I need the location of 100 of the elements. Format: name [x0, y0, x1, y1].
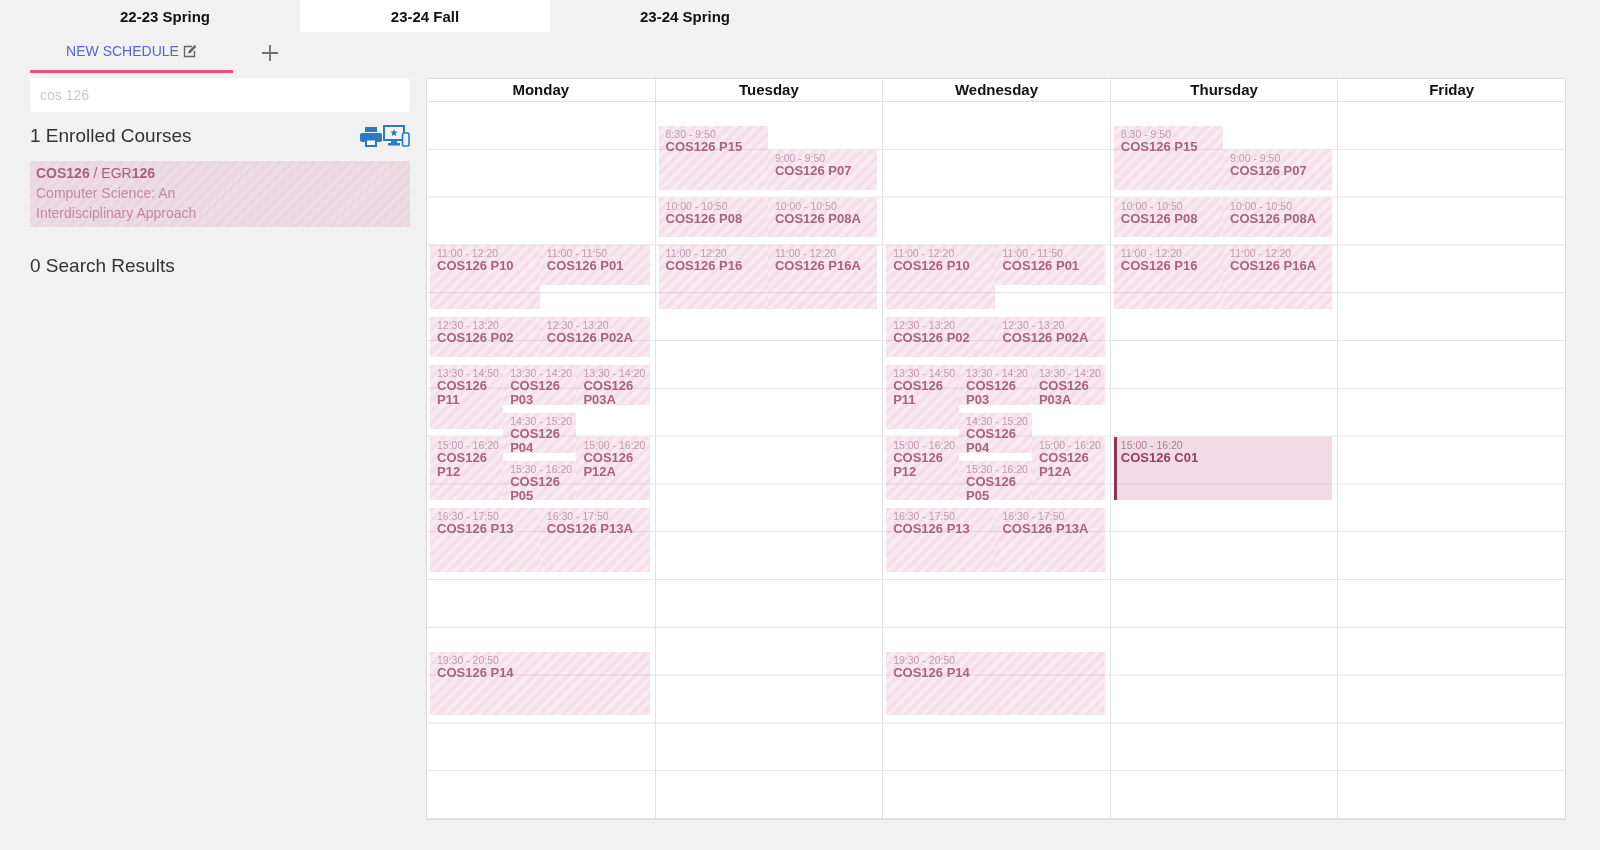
section-title: COS126 P16A [774, 259, 862, 274]
section-time: 16:30 - 17:50 [546, 510, 610, 523]
section-block[interactable]: 13:30 - 14:20 COS126 P03 [959, 364, 1032, 405]
monitor-phone-icon[interactable] [383, 125, 410, 147]
section-block[interactable]: 14:30 - 15:20 COS126 P04 [959, 412, 1032, 453]
section-block[interactable]: 8:30 - 9:50 COS126 P15 [658, 125, 768, 190]
section-block[interactable]: 12:30 - 13:20 COS126 P02 [886, 317, 996, 357]
section-block[interactable]: 16:30 - 17:50 COS126 P13 [886, 508, 996, 572]
section-title: COS126 P03 [966, 378, 1017, 407]
section-time: 11:00 - 11:50 [546, 247, 609, 260]
section-time: 12:30 - 13:20 [893, 319, 957, 332]
section-time: 11:00 - 12:20 [665, 247, 728, 260]
section-block[interactable]: 13:30 - 14:20 COS126 P03A [576, 364, 650, 405]
day-header: Friday [1337, 79, 1565, 101]
section-time: 16:30 - 17:50 [1002, 510, 1066, 523]
section-time: 13:30 - 14:20 [1038, 366, 1102, 379]
section-title: COS126 P02A [546, 331, 634, 346]
section-block[interactable]: 9:00 - 9:50 COS126 P07 [767, 149, 878, 190]
section-title: COS126 P12 [437, 450, 488, 479]
section-title: COS126 P03 [510, 378, 562, 407]
section-block[interactable]: 10:00 - 10:50 COS126 P08 [1113, 197, 1224, 238]
section-time: 11:00 - 12:20 [1230, 247, 1293, 260]
section-title: COS126 P16 [1120, 259, 1199, 274]
section-block[interactable]: 11:00 - 11:50 COS126 P01 [995, 245, 1105, 286]
printer-icon[interactable] [360, 127, 382, 147]
section-time: 19:30 - 20:50 [437, 653, 500, 666]
section-title: COS126 P16 [665, 259, 744, 274]
section-title: COS126 P03A [1038, 378, 1090, 407]
term-tab[interactable]: 23-24 Spring [560, 0, 810, 32]
section-title: COS126 P14 [437, 665, 515, 680]
section-block[interactable]: 15:00 - 16:20 COS126 P12A [1031, 436, 1105, 501]
section-block[interactable]: 11:00 - 12:20 COS126 P16 [1113, 245, 1224, 310]
section-block[interactable]: 16:30 - 17:50 COS126 P13 [430, 508, 540, 572]
course-title: Computer Science: An Interdisciplinary Approach [36, 184, 198, 223]
schedule-tab[interactable]: NEW SCHEDULE [30, 32, 233, 73]
section-block[interactable]: 19:30 - 20:50 COS126 P14 [886, 651, 1105, 716]
section-block[interactable]: 12:30 - 13:20 COS126 P02A [539, 317, 650, 357]
section-block[interactable]: 15:00 - 16:20 COS126 P12 [430, 436, 504, 501]
section-title: COS126 P13A [546, 522, 634, 537]
section-time: 10:00 - 10:50 [665, 199, 729, 212]
section-time: 16:30 - 17:50 [893, 510, 957, 523]
section-title: COS126 P11 [893, 378, 945, 407]
section-block[interactable]: 13:30 - 14:50 COS126 P11 [886, 364, 960, 429]
section-block[interactable]: 11:00 - 12:20 COS126 P16A [1223, 245, 1333, 310]
section-time: 15:00 - 16:20 [893, 438, 957, 451]
section-block[interactable]: 15:30 - 16:20 COS126 P05 [959, 460, 1032, 501]
term-tab[interactable]: 22-23 Spring [40, 0, 290, 32]
section-block[interactable]: 11:00 - 12:20 COS126 P10 [886, 245, 996, 310]
section-title: COS126 P12 [893, 450, 945, 479]
section-time: 13:30 - 14:50 [893, 366, 957, 379]
section-block[interactable]: 10:00 - 10:50 COS126 P08A [1223, 197, 1333, 238]
section-time: 9:00 - 9:50 [774, 151, 827, 164]
section-title: COS126 P12A [583, 450, 635, 479]
section-title: COS126 P10 [437, 259, 515, 274]
section-time: 11:00 - 12:20 [1120, 247, 1183, 260]
section-block[interactable]: 10:00 - 10:50 COS126 P08A [767, 197, 878, 238]
section-block[interactable]: 15:00 - 16:20 COS126 P12 [886, 436, 960, 501]
section-title: COS126 P07 [774, 163, 853, 178]
section-block[interactable]: 16:30 - 17:50 COS126 P13A [995, 508, 1105, 572]
section-time: 16:30 - 17:50 [437, 510, 500, 523]
section-time: 8:30 - 9:50 [1120, 127, 1172, 140]
section-title: COS126 P04 [510, 426, 562, 455]
section-block[interactable]: 13:30 - 14:50 COS126 P11 [430, 364, 504, 429]
section-block[interactable]: 8:30 - 9:50 COS126 P15 [1113, 125, 1224, 190]
section-block[interactable]: 10:00 - 10:50 COS126 P08 [658, 197, 768, 238]
section-time: 13:30 - 14:20 [510, 366, 574, 379]
section-block[interactable]: 12:30 - 13:20 COS126 P02 [430, 317, 540, 357]
section-block[interactable]: 11:00 - 12:20 COS126 P16 [658, 245, 768, 310]
add-schedule-button[interactable] [262, 44, 278, 61]
section-title: COS126 P02 [893, 331, 971, 346]
section-time: 14:30 - 15:20 [966, 414, 1029, 427]
section-time: 14:30 - 15:20 [510, 414, 574, 427]
section-block[interactable]: 15:30 - 16:20 COS126 P05 [503, 460, 577, 501]
section-block[interactable]: 13:30 - 14:20 COS126 P03 [503, 364, 577, 405]
enrolled-course-card[interactable]: COS126 / EGR126 Computer Science: An Interdisciplinary Approach [30, 161, 410, 227]
section-time: 15:00 - 16:20 [583, 438, 647, 451]
day-header: Wednesday [882, 79, 1110, 101]
section-block[interactable]: 11:00 - 12:20 COS126 P10 [430, 245, 540, 310]
section-block[interactable]: 19:30 - 20:50 COS126 P14 [430, 651, 650, 716]
term-tab[interactable]: 23-24 Fall [300, 0, 550, 32]
enrolled-heading: 1 Enrolled Courses [30, 125, 192, 147]
section-block[interactable]: 16:30 - 17:50 COS126 P13A [539, 508, 650, 572]
section-block[interactable]: 15:00 - 16:20 COS126 C01 [1113, 436, 1333, 501]
section-block[interactable]: 15:00 - 16:20 COS126 P12A [576, 436, 650, 501]
section-time: 15:00 - 16:20 [1120, 438, 1184, 451]
plus-icon [262, 44, 278, 61]
section-block[interactable]: 14:30 - 15:20 COS126 P04 [503, 412, 577, 453]
section-title: COS126 P05 [966, 474, 1017, 503]
section-time: 8:30 - 9:50 [665, 127, 717, 140]
section-title: COS126 P11 [437, 378, 488, 407]
section-time: 15:30 - 16:20 [510, 462, 574, 475]
section-block[interactable]: 12:30 - 13:20 COS126 P02A [995, 317, 1105, 357]
section-title: COS126 P03A [583, 378, 635, 407]
section-block[interactable]: 9:00 - 9:50 COS126 P07 [1223, 149, 1333, 190]
section-title: COS126 P04 [966, 426, 1017, 455]
section-block[interactable]: 13:30 - 14:20 COS126 P03A [1031, 364, 1105, 405]
section-block[interactable]: 11:00 - 12:20 COS126 P16A [767, 245, 878, 310]
section-title: COS126 P10 [893, 259, 971, 274]
section-block[interactable]: 11:00 - 11:50 COS126 P01 [539, 245, 650, 286]
course-code: COS126 / EGR126 [36, 164, 157, 183]
